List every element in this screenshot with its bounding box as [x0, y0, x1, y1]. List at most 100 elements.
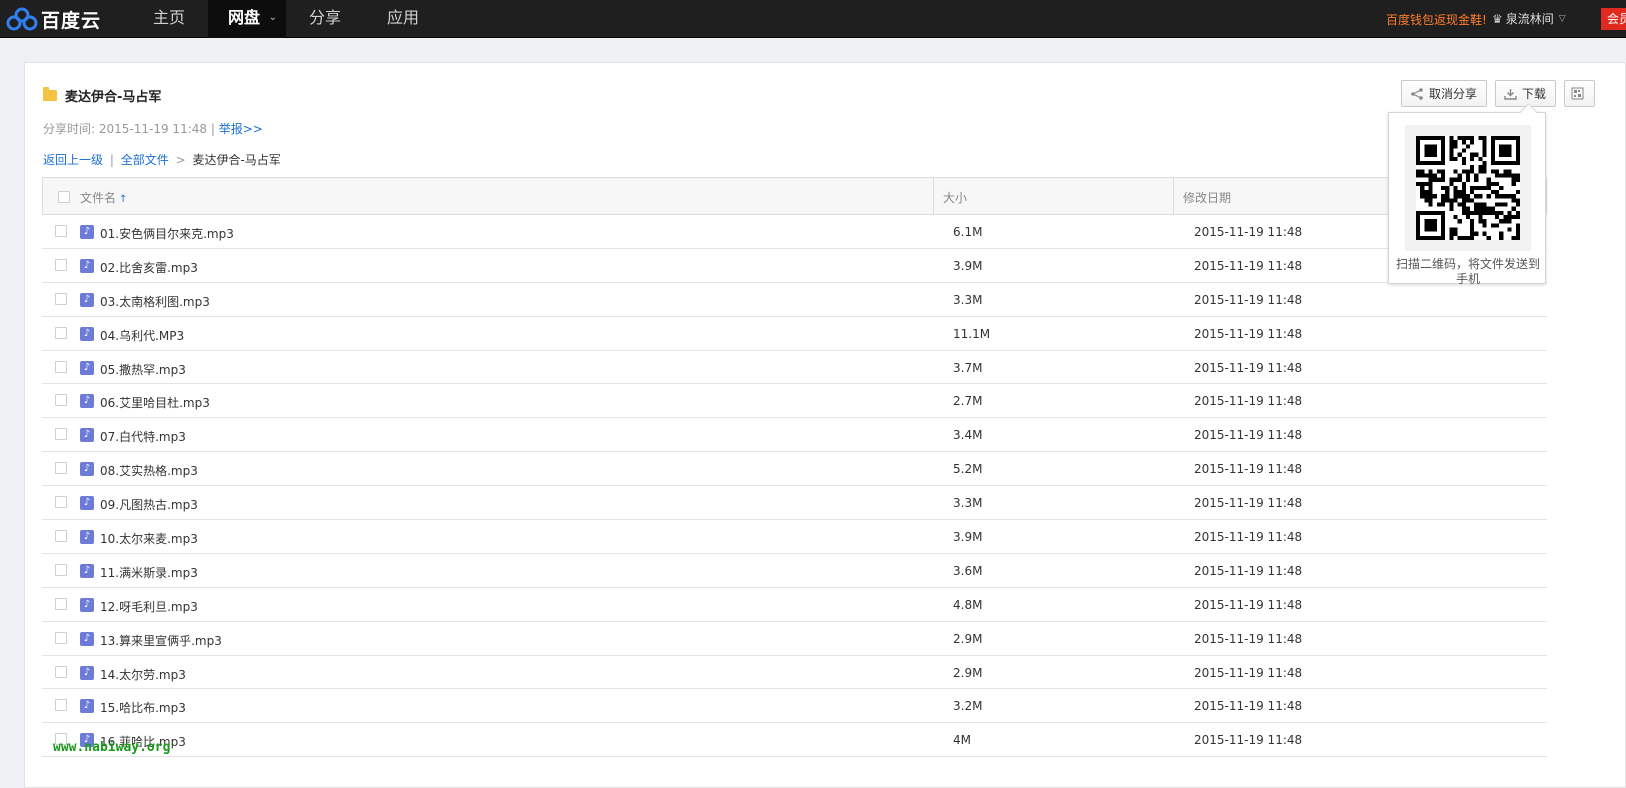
- file-size: 11.1M: [953, 326, 991, 341]
- table-body: ♪ 01.安色俩目尔来克.mp3 6.1M 2015-11-19 11:48 ♪ 02.比…: [42, 215, 1547, 758]
- row-checkbox[interactable]: [55, 258, 67, 271]
- file-name[interactable]: 05.撒热罕.mp3: [100, 361, 186, 378]
- file-size: 3.2M: [953, 699, 983, 714]
- row-checkbox[interactable]: [55, 428, 67, 441]
- row-checkbox[interactable]: [55, 563, 67, 576]
- report-link[interactable]: 举报>>: [219, 122, 263, 136]
- table-row[interactable]: ♪ 05.撒热罕.mp3 3.7M 2015-11-19 11:48: [42, 351, 1547, 385]
- file-name[interactable]: 02.比舍亥雷.mp3: [100, 259, 198, 276]
- file-name[interactable]: 07.白代特.mp3: [100, 428, 186, 445]
- file-size: 3.7M: [953, 360, 983, 375]
- all-files-link[interactable]: 全部文件: [121, 153, 169, 167]
- user-menu[interactable]: ♛ 泉流林间 ▽: [1492, 10, 1566, 27]
- baidu-cloud-logo[interactable]: 百度云: [6, 5, 101, 33]
- file-name[interactable]: 15.哈比布.mp3: [100, 699, 186, 716]
- row-checkbox[interactable]: [55, 360, 67, 373]
- file-date: 2015-11-19 11:48: [1194, 496, 1303, 511]
- file-size: 2.7M: [953, 394, 983, 409]
- share-icon: [1411, 87, 1423, 100]
- table-row[interactable]: ♪ 09.凡图热古.mp3 3.3M 2015-11-19 11:48: [42, 486, 1547, 521]
- file-name[interactable]: 01.安色俩目尔来克.mp3: [100, 225, 234, 242]
- music-file-icon: ♪: [80, 428, 94, 443]
- nav-netdisk[interactable]: 网盘 ⌄: [208, 0, 287, 38]
- file-size: 4.8M: [953, 597, 983, 612]
- table-row[interactable]: ♪ 06.艾里哈目杜.mp3 2.7M 2015-11-19 11:48: [42, 384, 1547, 419]
- vip-button[interactable]: 会员: [1601, 8, 1626, 30]
- file-name[interactable]: 09.凡图热古.mp3: [100, 496, 198, 513]
- row-checkbox[interactable]: [55, 462, 67, 475]
- file-size: 5.2M: [953, 462, 983, 477]
- nav-apps[interactable]: 应用: [364, 0, 442, 38]
- music-file-icon: ♪: [80, 394, 94, 409]
- file-date: 2015-11-19 11:48: [1194, 292, 1303, 307]
- select-all-checkbox[interactable]: [58, 191, 70, 203]
- row-checkbox[interactable]: [55, 292, 67, 305]
- logo-text: 百度云: [41, 9, 102, 32]
- file-name[interactable]: 10.太尔来麦.mp3: [100, 530, 198, 547]
- cancel-share-button[interactable]: 取消分享: [1401, 80, 1488, 107]
- music-file-icon: ♪: [80, 225, 94, 239]
- file-date: 2015-11-19 11:48: [1194, 462, 1303, 477]
- folder-title: 麦达伊合-马占军: [65, 90, 162, 105]
- file-name[interactable]: 14.太尔劳.mp3: [100, 666, 186, 683]
- row-checkbox[interactable]: [55, 225, 67, 237]
- file-name[interactable]: 03.太南格利图.mp3: [100, 293, 210, 310]
- music-file-icon: ♪: [80, 292, 94, 307]
- file-date: 2015-11-19 11:48: [1194, 225, 1303, 239]
- row-checkbox[interactable]: [55, 496, 67, 509]
- file-table: 文件名 ↑ 大小 修改日期 ♪ 01.安色俩目尔来克.mp3 6.1M 2015-11-…: [42, 177, 1547, 758]
- cancel-share-label: 取消分享: [1429, 87, 1478, 101]
- row-checkbox[interactable]: [55, 665, 67, 678]
- back-link[interactable]: 返回上一级: [43, 153, 103, 167]
- file-name[interactable]: 06.艾里哈目杜.mp3: [100, 394, 210, 411]
- row-checkbox[interactable]: [55, 699, 67, 712]
- table-row[interactable]: ♪ 16.菲哈比.mp3 4M 2015-11-19 11:48: [42, 723, 1547, 758]
- file-size: 2.9M: [953, 665, 983, 680]
- file-name[interactable]: 12.呀毛利旦.mp3: [100, 598, 198, 615]
- table-row[interactable]: ♪ 15.哈比布.mp3 3.2M 2015-11-19 11:48: [42, 689, 1547, 724]
- nav-share-label: 分享: [309, 8, 342, 27]
- file-name[interactable]: 13.算来里宣俩乎.mp3: [100, 632, 222, 649]
- column-header-size[interactable]: 大小: [933, 178, 967, 214]
- table-row[interactable]: ♪ 02.比舍亥雷.mp3 3.9M 2015-11-19 11:48: [42, 249, 1547, 283]
- qrcode-button[interactable]: [1564, 80, 1596, 107]
- table-row[interactable]: ♪ 11.满米斯录.mp3 3.6M 2015-11-19 11:48: [42, 554, 1547, 588]
- table-row[interactable]: ♪ 07.白代特.mp3 3.4M 2015-11-19 11:48: [42, 418, 1547, 453]
- row-checkbox[interactable]: [55, 530, 67, 543]
- table-row[interactable]: ♪ 01.安色俩目尔来克.mp3 6.1M 2015-11-19 11:48: [42, 215, 1547, 249]
- download-button[interactable]: 下载: [1495, 80, 1557, 107]
- table-row[interactable]: ♪ 13.算来里宣俩乎.mp3 2.9M 2015-11-19 11:48: [42, 622, 1547, 656]
- table-row[interactable]: ♪ 08.艾实热格.mp3 5.2M 2015-11-19 11:48: [42, 452, 1547, 487]
- divider: |: [210, 122, 219, 136]
- table-row[interactable]: ♪ 10.太尔来麦.mp3 3.9M 2015-11-19 11:48: [42, 520, 1547, 554]
- music-file-icon: ♪: [80, 360, 94, 375]
- music-file-icon: ♪: [80, 462, 94, 477]
- file-date: 2015-11-19 11:48: [1194, 597, 1303, 612]
- nav-home[interactable]: 主页: [130, 0, 208, 38]
- file-size: 4M: [953, 733, 971, 748]
- table-row[interactable]: ♪ 03.太南格利图.mp3 3.3M 2015-11-19 11:48: [42, 283, 1547, 317]
- file-name[interactable]: 11.满米斯录.mp3: [100, 564, 198, 581]
- nav-share[interactable]: 分享: [286, 0, 364, 38]
- file-name[interactable]: 08.艾实热格.mp3: [100, 462, 198, 479]
- row-checkbox[interactable]: [55, 597, 67, 610]
- column-header-name[interactable]: 文件名 ↑: [80, 189, 127, 206]
- chevron-down-icon: ▽: [1558, 13, 1566, 24]
- file-date: 2015-11-19 11:48: [1194, 563, 1303, 578]
- row-checkbox[interactable]: [55, 326, 67, 339]
- qrcode-popup: 扫描二维码，将文件发送到手机: [1388, 112, 1546, 286]
- file-date: 2015-11-19 11:48: [1194, 394, 1303, 409]
- file-size: 2.9M: [953, 631, 983, 646]
- table-row[interactable]: ♪ 04.乌利代.MP3 11.1M 2015-11-19 11:48: [42, 317, 1547, 351]
- cloud-logo-icon: [6, 7, 38, 31]
- top-nav-bar: 百度云 主页 网盘 ⌄ 分享 应用 百度钱包返现金鞋! ♛ 泉流林间 ▽ 会员: [0, 0, 1626, 38]
- file-name[interactable]: 04.乌利代.MP3: [100, 327, 184, 344]
- music-file-icon: ♪: [80, 699, 94, 714]
- column-header-date[interactable]: 修改日期: [1173, 178, 1231, 214]
- wallet-promo-link[interactable]: 百度钱包返现金鞋!: [1386, 11, 1487, 28]
- file-date: 2015-11-19 11:48: [1194, 530, 1303, 545]
- row-checkbox[interactable]: [55, 394, 67, 407]
- row-checkbox[interactable]: [55, 631, 67, 644]
- table-row[interactable]: ♪ 14.太尔劳.mp3 2.9M 2015-11-19 11:48: [42, 656, 1547, 690]
- table-row[interactable]: ♪ 12.呀毛利旦.mp3 4.8M 2015-11-19 11:48: [42, 588, 1547, 622]
